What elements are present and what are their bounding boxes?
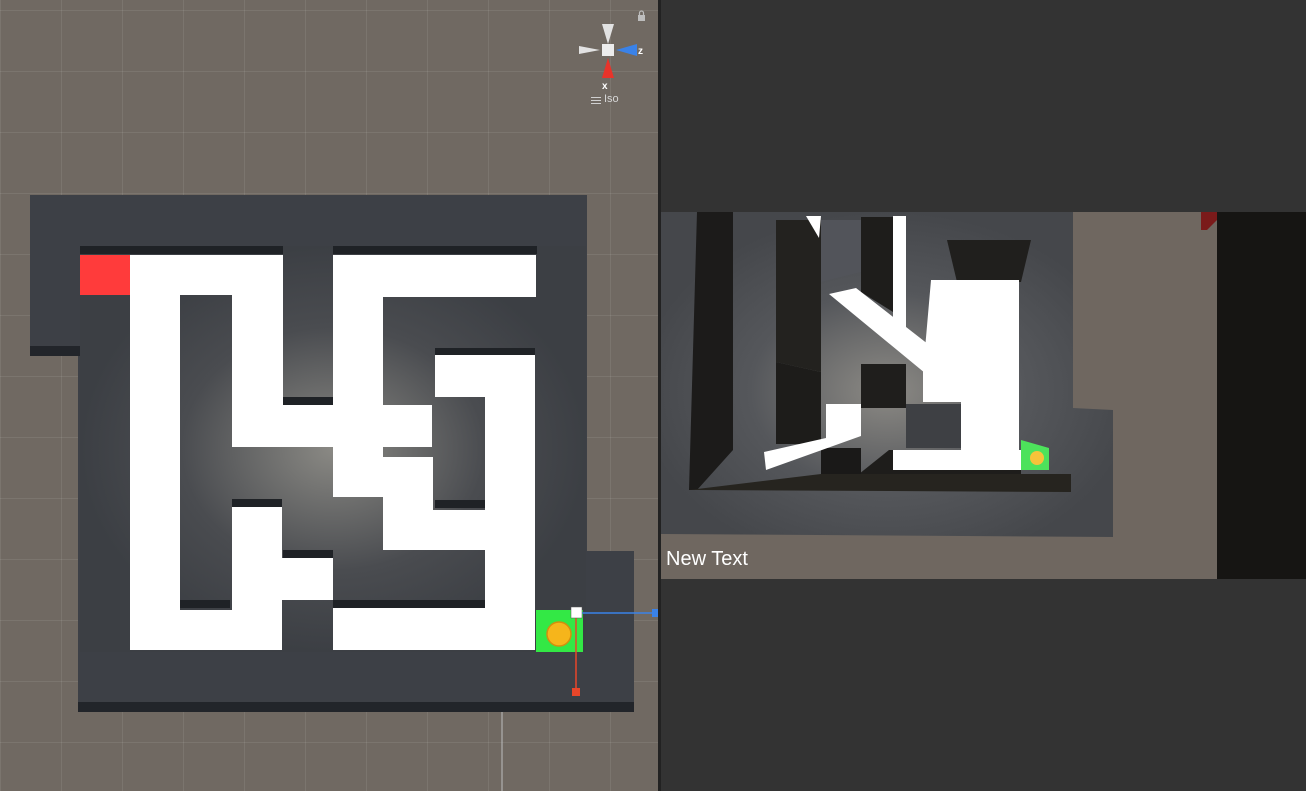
- projection-toggle[interactable]: Iso: [604, 93, 619, 105]
- wall-shadow: [180, 600, 230, 608]
- game-wall: [906, 404, 961, 448]
- scene-view[interactable]: z x Iso: [0, 0, 658, 791]
- player-ball[interactable]: [546, 621, 572, 647]
- gizmo-x-handle[interactable]: [572, 688, 580, 696]
- game-wall: [821, 220, 861, 282]
- hamburger-icon[interactable]: [591, 97, 601, 104]
- axis-z-label: z: [638, 46, 643, 57]
- wall-shadow: [435, 348, 535, 356]
- gizmo-center-cube[interactable]: [602, 44, 614, 56]
- game-start-marker: [1201, 212, 1217, 230]
- start-tile: [80, 255, 130, 295]
- orientation-gizmo[interactable]: z x: [579, 10, 645, 104]
- lock-icon[interactable]: [638, 10, 645, 21]
- wall-shadow: [30, 346, 80, 356]
- gizmo-center-handle[interactable]: [570, 606, 583, 619]
- game-wall: [947, 240, 1031, 282]
- axis-x-label: x: [602, 81, 608, 92]
- game-player-ball: [1030, 451, 1044, 465]
- scene-canvas[interactable]: z x: [0, 0, 658, 791]
- game-viewport: New Text: [661, 212, 1306, 579]
- wall-shadow: [435, 500, 485, 508]
- wall-shadow: [333, 600, 485, 608]
- gizmo-z-cone[interactable]: [616, 44, 637, 56]
- wall-shadow: [333, 246, 537, 254]
- game-view: New Text: [661, 0, 1306, 791]
- wall-shadow: [80, 246, 283, 254]
- gizmo-neg-z-cone[interactable]: [579, 46, 600, 54]
- game-render: [661, 212, 1306, 579]
- wall-shadow: [78, 702, 634, 712]
- game-outer-wall: [1217, 212, 1306, 579]
- wall-shadow: [283, 397, 333, 405]
- wall-shadow: [232, 499, 282, 507]
- game-wall: [821, 448, 861, 474]
- wall-shadow: [283, 550, 333, 558]
- game-wall: [861, 364, 906, 408]
- ui-text-label: New Text: [666, 548, 748, 570]
- gizmo-x-cone[interactable]: [602, 58, 614, 78]
- game-wall: [776, 220, 821, 372]
- game-wall: [776, 362, 821, 444]
- gizmo-y-cone[interactable]: [602, 24, 614, 44]
